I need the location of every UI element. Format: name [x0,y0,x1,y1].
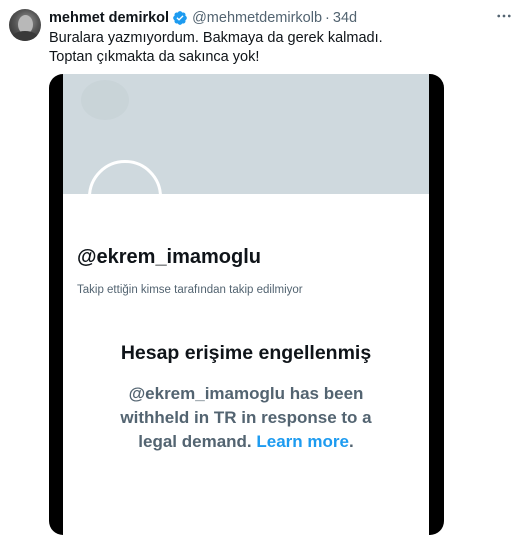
withheld-line-3: legal demand. Learn more. [63,430,429,454]
profile-screen-name: @ekrem_imamoglu [77,246,262,268]
withheld-period: . [348,432,354,451]
more-options-icon[interactable] [492,6,516,26]
tweet-text: Buralara yazmıyordum. Bakmaya da gerek k… [49,29,509,67]
avatar-shoulders [11,31,39,41]
tweet-text-line-1: Buralara yazmıyordum. Bakmaya da gerek k… [49,30,383,46]
tweet-header: mehmet demirkol @mehmetdemirkolb · 34d [49,9,357,27]
follow-status-note: Takip ettiğin kimse tarafından takip edi… [77,284,303,296]
tweet-media-image[interactable]: @ekrem_imamoglu Takip ettiğin kimse tara… [49,74,444,535]
withheld-line-3-text: legal demand. [138,432,257,451]
withheld-title: Hesap erişime engellenmiş [120,342,372,364]
banner-shadow [81,80,129,120]
tweet-timestamp[interactable]: 34d [333,10,357,26]
withheld-message: @ekrem_imamoglu has been withheld in TR … [63,382,429,454]
verified-badge-icon [172,10,188,26]
author-avatar[interactable] [9,9,41,41]
profile-screenshot: @ekrem_imamoglu Takip ettiğin kimse tara… [63,74,429,535]
withheld-line-1: @ekrem_imamoglu has been [128,384,364,403]
learn-more-link[interactable]: Learn more [256,432,349,451]
separator-dot: · [325,10,330,26]
withheld-line-2: withheld in TR in response to a [120,408,372,427]
profile-picture-fill [88,194,162,234]
tweet-text-line-2: Toptan çıkmakta da sakınca yok! [49,49,260,65]
author-handle[interactable]: @mehmetdemirkolb [192,10,322,26]
author-name[interactable]: mehmet demirkol [49,10,169,26]
